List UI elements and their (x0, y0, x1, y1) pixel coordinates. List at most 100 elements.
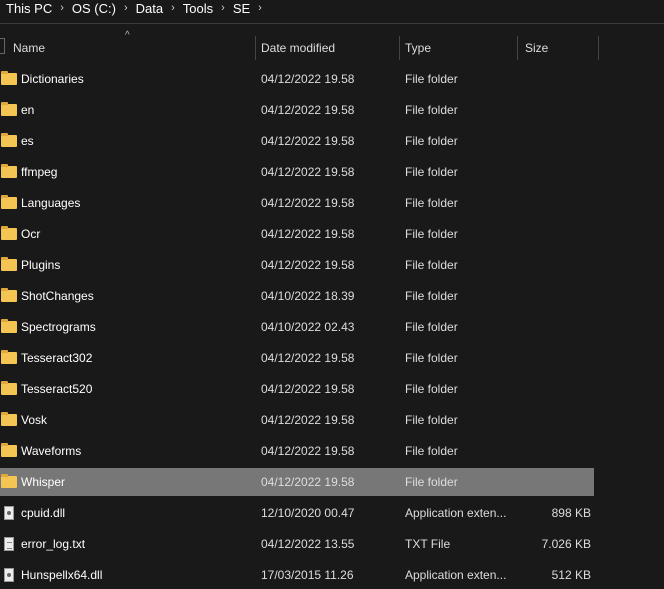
folder-icon (1, 381, 17, 395)
chevron-right-icon[interactable]: › (171, 2, 175, 14)
file-type: File folder (405, 475, 458, 489)
file-type: File folder (405, 196, 458, 210)
file-date-modified: 04/12/2022 13.55 (261, 537, 355, 551)
file-date-modified: 04/10/2022 18.39 (261, 289, 355, 303)
file-name: Tesseract302 (21, 351, 93, 365)
file-type: Application exten... (405, 568, 507, 582)
folder-icon (1, 133, 17, 147)
column-size[interactable]: Size (525, 36, 595, 60)
file-date-modified: 04/12/2022 19.58 (261, 165, 355, 179)
file-type: Application exten... (405, 506, 507, 520)
file-row[interactable]: Ocr 04/12/2022 19.58 File folder (0, 220, 594, 248)
file-row[interactable]: ShotChanges 04/10/2022 18.39 File folder (0, 282, 594, 310)
chevron-right-icon[interactable]: › (221, 2, 225, 14)
file-name: es (21, 134, 34, 148)
breadcrumb: This PC › OS (C:) › Data › Tools › SE › (6, 0, 262, 16)
file-type: File folder (405, 444, 458, 458)
column-name[interactable]: Name (13, 36, 253, 60)
file-date-modified: 04/12/2022 19.58 (261, 475, 355, 489)
divider (0, 23, 664, 24)
file-date-modified: 04/12/2022 19.58 (261, 103, 355, 117)
column-resize-handle[interactable] (255, 36, 256, 60)
file-row[interactable]: Tesseract520 04/12/2022 19.58 File folder (0, 375, 594, 403)
chevron-right-icon[interactable]: › (60, 2, 64, 14)
folder-icon (1, 164, 17, 178)
file-row[interactable]: Spectrograms 04/10/2022 02.43 File folder (0, 313, 594, 341)
file-name: en (21, 103, 35, 117)
file-type: File folder (405, 134, 458, 148)
file-row[interactable]: Hunspellx64.dll 17/03/2015 11.26 Applicati… (0, 561, 594, 589)
file-row[interactable]: es 04/12/2022 19.58 File folder (0, 127, 594, 155)
folder-icon (1, 226, 17, 240)
folder-icon (1, 350, 17, 364)
file-type: File folder (405, 165, 458, 179)
file-name: Plugins (21, 258, 61, 272)
folder-icon (1, 443, 17, 457)
file-name: Tesseract520 (21, 382, 93, 396)
file-size: 512 KB (551, 568, 591, 582)
file-date-modified: 04/12/2022 19.58 (261, 444, 355, 458)
file-name: Ocr (21, 227, 41, 241)
file-row[interactable]: Dictionaries 04/12/2022 19.58 File folder (0, 65, 594, 93)
chevron-right-icon[interactable]: › (258, 2, 262, 14)
folder-icon (1, 474, 17, 488)
select-all-checkbox[interactable] (0, 38, 5, 54)
file-type: File folder (405, 72, 458, 86)
file-row[interactable]: en 04/12/2022 19.58 File folder (0, 96, 594, 124)
breadcrumb-item[interactable]: Data (136, 1, 163, 16)
folder-icon (1, 71, 17, 85)
file-date-modified: 04/12/2022 19.58 (261, 351, 355, 365)
file-row[interactable]: error_log.txt 04/12/2022 13.55 TXT File 7.0… (0, 530, 594, 558)
file-name: ffmpeg (21, 165, 58, 179)
column-type[interactable]: Type (405, 36, 513, 60)
file-row[interactable]: Vosk 04/12/2022 19.58 File folder (0, 406, 594, 434)
column-date-modified[interactable]: Date modified (261, 36, 397, 60)
file-row[interactable]: cpuid.dll 12/10/2020 00.47 Application ext… (0, 499, 594, 527)
text-file-icon (4, 537, 14, 551)
file-type: File folder (405, 382, 458, 396)
breadcrumb-item[interactable]: SE (233, 1, 250, 16)
column-resize-handle[interactable] (399, 36, 400, 60)
file-name: Whisper (21, 475, 66, 489)
dll-file-icon (4, 506, 14, 520)
file-size: 898 KB (551, 506, 591, 520)
file-size: 7.026 KB (541, 537, 591, 551)
breadcrumb-item[interactable]: This PC (6, 1, 52, 16)
file-date-modified: 04/12/2022 19.58 (261, 196, 355, 210)
file-type: File folder (405, 227, 458, 241)
file-type: File folder (405, 320, 458, 334)
file-name: cpuid.dll (21, 506, 66, 520)
file-row[interactable]: Whisper 04/12/2022 19.58 File folder (0, 468, 594, 496)
file-type: File folder (405, 413, 458, 427)
breadcrumb-item[interactable]: OS (C:) (72, 1, 116, 16)
folder-icon (1, 257, 17, 271)
file-row[interactable]: ffmpeg 04/12/2022 19.58 File folder (0, 158, 594, 186)
file-date-modified: 04/12/2022 19.58 (261, 134, 355, 148)
file-type: File folder (405, 289, 458, 303)
file-type: File folder (405, 258, 458, 272)
column-header: ^ Name Date modified Type Size (0, 30, 664, 60)
file-row[interactable]: Plugins 04/12/2022 19.58 File folder (0, 251, 594, 279)
file-name: ShotChanges (21, 289, 94, 303)
folder-icon (1, 195, 17, 209)
file-date-modified: 04/10/2022 02.43 (261, 320, 355, 334)
file-name: Dictionaries (21, 72, 84, 86)
file-row[interactable]: Tesseract302 04/12/2022 19.58 File folder (0, 344, 594, 372)
file-name: Hunspellx64.dll (21, 568, 103, 582)
file-name: Waveforms (21, 444, 82, 458)
file-date-modified: 04/12/2022 19.58 (261, 413, 355, 427)
chevron-right-icon[interactable]: › (124, 2, 128, 14)
folder-icon (1, 102, 17, 116)
file-row[interactable]: Waveforms 04/12/2022 19.58 File folder (0, 437, 594, 465)
file-date-modified: 17/03/2015 11.26 (261, 568, 354, 582)
file-name: Spectrograms (21, 320, 96, 334)
breadcrumb-item[interactable]: Tools (183, 1, 213, 16)
file-name: error_log.txt (21, 537, 86, 551)
file-row[interactable]: Languages 04/12/2022 19.58 File folder (0, 189, 594, 217)
column-resize-handle[interactable] (598, 36, 599, 60)
column-resize-handle[interactable] (517, 36, 518, 60)
file-type: File folder (405, 103, 458, 117)
dll-file-icon (4, 568, 14, 582)
file-date-modified: 04/12/2022 19.58 (261, 227, 355, 241)
file-date-modified: 04/12/2022 19.58 (261, 382, 355, 396)
